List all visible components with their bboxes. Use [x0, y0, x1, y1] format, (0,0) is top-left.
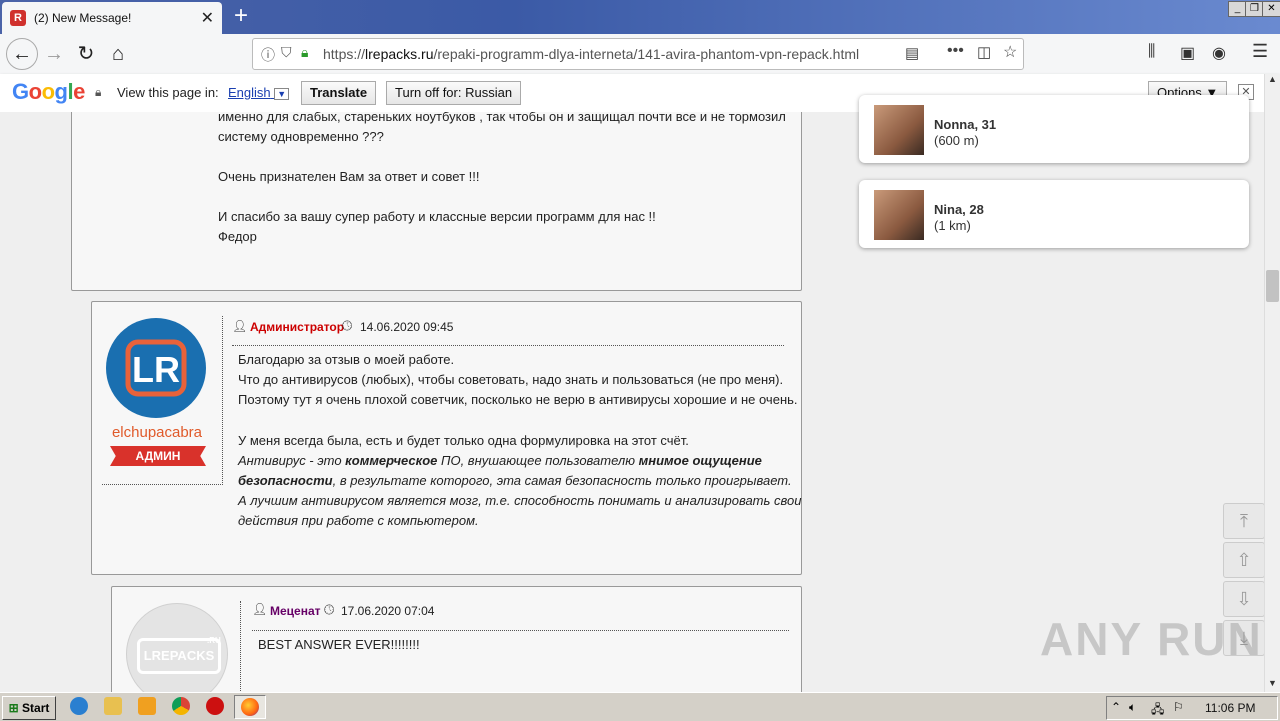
- author-username[interactable]: elchupacabra: [102, 424, 212, 441]
- firefox-icon: [241, 698, 259, 716]
- notification-name: Nonna, 31: [934, 117, 997, 132]
- url-text: https://lrepacks.ru/repaki-programm-dlya…: [323, 46, 860, 62]
- tab-title: (2) New Message!: [34, 11, 132, 25]
- comment-text-line: И спасибо за вашу супер работу и классны…: [218, 209, 656, 224]
- scroll-top-icon[interactable]: ⤒: [1223, 503, 1264, 539]
- user-icon: 👤︎: [252, 602, 268, 616]
- comment-card: LREPACKS .RU 👤︎ Меценат 🕓︎ 17.06.2020 07…: [111, 586, 802, 692]
- bookmark-star-icon[interactable]: ☆: [1003, 42, 1017, 62]
- chrome-icon[interactable]: [172, 697, 190, 715]
- volume-icon[interactable]: 🔈︎: [1129, 700, 1136, 715]
- translate-button[interactable]: Translate: [301, 81, 377, 105]
- comment-quote: Антивирус - это коммерческое ПО, внушающ…: [238, 453, 762, 468]
- divider: [232, 345, 784, 346]
- divider: [252, 630, 789, 631]
- comment-paragraph: У меня всегда была, есть и будет только …: [238, 433, 689, 448]
- tray-arrow-icon[interactable]: ⌃: [1111, 700, 1121, 714]
- page-actions-icon[interactable]: •••: [947, 42, 964, 60]
- comment-author[interactable]: Меценат: [270, 604, 321, 618]
- address-bar[interactable]: ⓘ ⛉ 🔒︎ https://lrepacks.ru/repaki-progra…: [252, 38, 1024, 70]
- user-icon: 👤︎: [232, 319, 248, 333]
- reload-icon[interactable]: ↻: [72, 40, 100, 68]
- menu-icon[interactable]: ☰: [1252, 41, 1268, 62]
- shield-icon[interactable]: ⛉: [281, 44, 292, 61]
- divider: [240, 601, 241, 692]
- scroll-up-icon[interactable]: ⇧: [1223, 542, 1264, 578]
- account-icon[interactable]: ◉: [1212, 43, 1226, 63]
- clock-icon: 🕓︎: [324, 602, 335, 617]
- taskbar: ⊞ Start ⌃ 🔈︎ 🖧︎ ⚐ 11:06 PM: [0, 692, 1280, 721]
- network-icon[interactable]: 🖧︎: [1151, 700, 1164, 721]
- sidebar-icon[interactable]: ▣: [1180, 43, 1195, 63]
- admin-badge: АДМИН: [110, 446, 206, 466]
- tab-strip: R (2) New Message! ✕ + _ ❐ ✕: [0, 0, 1280, 34]
- lr-logo-icon: LR: [125, 339, 187, 397]
- nav-toolbar: ← → ↻ ⌂ ⓘ ⛉ 🔒︎ https://lrepacks.ru/repak…: [0, 34, 1280, 75]
- clock[interactable]: 11:06 PM: [1205, 701, 1255, 715]
- comment-date: 17.06.2020 07:04: [341, 604, 435, 618]
- close-window-icon[interactable]: ✕: [1262, 1, 1280, 17]
- flag-icon[interactable]: ⚐: [1173, 700, 1184, 714]
- media-player-icon[interactable]: [138, 697, 156, 715]
- clock-icon: 🕓︎: [342, 318, 353, 333]
- scroll-up-arrow-icon[interactable]: ▲: [1268, 74, 1277, 84]
- author-panel: LR elchupacabra АДМИН: [102, 316, 223, 485]
- translate-prompt: View this page in:: [117, 85, 219, 100]
- lock-icon: 🔒︎: [301, 44, 309, 60]
- comment-card: именно для слабых, стареньких ноутбуков …: [71, 112, 802, 291]
- comment-quote: безопасности, в результате которого, эта…: [238, 473, 792, 488]
- dropdown-arrow-icon: ▼: [274, 88, 290, 100]
- notification-card[interactable]: Nina, 28 (1 km): [859, 180, 1249, 248]
- windows-logo-icon: ⊞: [8, 701, 19, 715]
- notification-distance: (1 km): [934, 218, 971, 233]
- reader-view-icon[interactable]: ▤: [905, 44, 919, 62]
- comment-text-line: именно для слабых, стареньких ноутбуков …: [218, 112, 786, 124]
- comment-quote: действия при работе с компьютером.: [238, 513, 479, 528]
- language-select[interactable]: English ▼: [228, 85, 290, 100]
- comment-paragraph: Что до антивирусов (любых), чтобы совето…: [238, 372, 784, 387]
- start-button[interactable]: ⊞ Start: [2, 696, 56, 720]
- comment-card: LR elchupacabra АДМИН 👤︎ Администратор 🕓…: [91, 301, 802, 575]
- lock-icon: 🔒︎: [95, 85, 102, 99]
- opera-icon[interactable]: [206, 697, 224, 715]
- back-arrow-icon[interactable]: ←: [6, 38, 38, 70]
- ie-icon[interactable]: [70, 697, 88, 715]
- forward-arrow-icon[interactable]: →: [40, 40, 68, 68]
- comment-text-line: Очень признателен Вам за ответ и совет !…: [218, 169, 480, 184]
- tab-close-icon[interactable]: ✕: [201, 8, 214, 28]
- new-tab-icon[interactable]: +: [228, 4, 254, 30]
- site-favicon-icon: R: [10, 10, 26, 26]
- avatar[interactable]: LR: [106, 318, 206, 418]
- comment-paragraph: Поэтому тут я очень плохой советчик, пос…: [238, 392, 798, 407]
- pocket-icon[interactable]: ◫: [977, 43, 991, 61]
- vertical-scrollbar[interactable]: ▲ ▼: [1264, 74, 1280, 692]
- comment-quote: А лучшим антивирусом является мозг, т.е.…: [238, 493, 802, 508]
- browser-tab[interactable]: R (2) New Message! ✕: [2, 2, 222, 34]
- home-icon[interactable]: ⌂: [104, 40, 132, 68]
- library-icon[interactable]: ⫼: [1148, 43, 1155, 61]
- taskbar-firefox-button[interactable]: [234, 695, 266, 719]
- logo-suffix: .RU: [207, 636, 221, 645]
- comment-signature: Федор: [218, 229, 257, 244]
- comment-author[interactable]: Администратор: [250, 320, 344, 334]
- comment-paragraph: BEST ANSWER EVER!!!!!!!!: [258, 637, 420, 652]
- info-icon[interactable]: ⓘ: [261, 45, 275, 65]
- svg-text:LR: LR: [132, 349, 180, 390]
- comment-text-line: систему одновременно ???: [218, 129, 384, 144]
- profile-photo: [874, 105, 924, 155]
- scrollbar-thumb[interactable]: [1266, 270, 1279, 302]
- anyrun-watermark: ANY RUN: [1040, 613, 1263, 665]
- avatar[interactable]: LREPACKS .RU: [126, 603, 228, 692]
- system-tray: ⌃ 🔈︎ 🖧︎ ⚐ 11:06 PM: [1106, 696, 1278, 720]
- profile-photo: [874, 190, 924, 240]
- notification-name: Nina, 28: [934, 202, 984, 217]
- folder-icon[interactable]: [104, 697, 122, 715]
- notification-card[interactable]: Nonna, 31 (600 m): [859, 95, 1249, 163]
- notification-distance: (600 m): [934, 133, 979, 148]
- comment-date: 14.06.2020 09:45: [360, 320, 454, 334]
- comment-paragraph: Благодарю за отзыв о моей работе.: [238, 352, 455, 367]
- turn-off-button[interactable]: Turn off for: Russian: [386, 81, 522, 105]
- scroll-down-arrow-icon[interactable]: ▼: [1268, 678, 1277, 688]
- google-logo: Google: [12, 79, 85, 104]
